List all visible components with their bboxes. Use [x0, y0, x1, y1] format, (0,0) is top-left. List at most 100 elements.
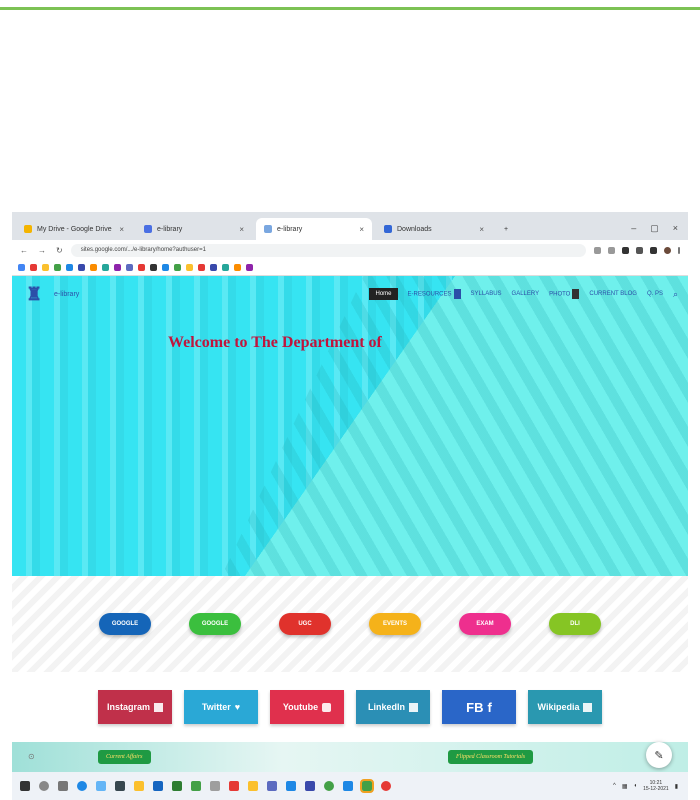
- volume-icon[interactable]: ◖: [633, 783, 637, 789]
- menu-item-e-resources[interactable]: E-RESOURCES: [408, 289, 461, 299]
- bookmark-icon[interactable]: [30, 264, 37, 271]
- app-icon[interactable]: [229, 781, 239, 791]
- store-icon[interactable]: [96, 781, 106, 791]
- back-icon[interactable]: ←: [20, 246, 28, 255]
- more-icon[interactable]: [678, 246, 680, 254]
- bookmark-icon[interactable]: [90, 264, 97, 271]
- close-icon[interactable]: ×: [359, 225, 364, 234]
- tab-label: e-library: [157, 225, 183, 233]
- close-icon[interactable]: ×: [119, 225, 124, 234]
- notification-icon[interactable]: ▮: [675, 783, 678, 790]
- nav-buttons: ← → ↻: [12, 246, 71, 255]
- menu-item-gallery[interactable]: GALLERY: [512, 291, 540, 297]
- menu-item-qps[interactable]: Q. PS: [647, 291, 663, 297]
- facebook-button[interactable]: FB f: [442, 690, 516, 724]
- url-field[interactable]: sites.google.com/.../e-library/home?auth…: [70, 243, 586, 257]
- twitter-button[interactable]: Twitter ♥: [184, 690, 258, 724]
- info-icon[interactable]: ⊙: [28, 752, 35, 761]
- wikipedia-button[interactable]: Wikipedia: [528, 690, 602, 724]
- bookmark-icon[interactable]: [210, 264, 217, 271]
- chrome-icon[interactable]: [381, 781, 391, 791]
- search-icon[interactable]: [39, 781, 49, 791]
- browser-tab-active[interactable]: e-library ×: [256, 218, 372, 240]
- app-icon[interactable]: [343, 781, 353, 791]
- edge-icon[interactable]: [77, 781, 87, 791]
- bookmark-icon[interactable]: [246, 264, 253, 271]
- app-icon[interactable]: [248, 781, 258, 791]
- close-window-icon[interactable]: ×: [673, 223, 678, 234]
- youtube-button[interactable]: Youtube: [270, 690, 344, 724]
- menu-item-current-blog[interactable]: CURRENT BLOG: [589, 291, 637, 297]
- clock[interactable]: 10:21 15-12-2021: [643, 780, 669, 792]
- app-icon[interactable]: [210, 781, 220, 791]
- avatar[interactable]: [664, 246, 671, 254]
- bookmark-icon[interactable]: [186, 264, 193, 271]
- app-icon[interactable]: [115, 781, 125, 791]
- browser-tab[interactable]: Downloads ×: [376, 218, 492, 240]
- task-view-icon[interactable]: [58, 781, 68, 791]
- menu-item-syllabus[interactable]: SYLLABUS: [471, 291, 502, 297]
- quick-link-button[interactable]: EXAM: [459, 613, 511, 635]
- star-icon[interactable]: [608, 246, 615, 254]
- bookmark-icon[interactable]: [54, 264, 61, 271]
- quick-link-button[interactable]: GOOGLE: [99, 613, 151, 635]
- address-bar: ← → ↻ sites.google.com/.../e-library/hom…: [12, 240, 688, 260]
- app-icon[interactable]: [267, 781, 277, 791]
- network-icon[interactable]: ▦: [622, 783, 628, 790]
- site-logo[interactable]: ♜ e-library: [26, 284, 79, 304]
- browser-tab[interactable]: My Drive - Google Drive ×: [16, 218, 132, 240]
- edit-icon[interactable]: ✎: [646, 742, 672, 768]
- bookmark-icon[interactable]: [42, 264, 49, 271]
- bookmark-icon[interactable]: [162, 264, 169, 271]
- minimize-icon[interactable]: –: [631, 223, 636, 234]
- flipped-classroom-banner[interactable]: Flipped Classroom Tutorials: [448, 750, 534, 764]
- bookmark-icon[interactable]: [174, 264, 181, 271]
- bookmark-icon[interactable]: [126, 264, 133, 271]
- new-tab-button[interactable]: +: [496, 218, 516, 240]
- apps-icon[interactable]: [18, 264, 25, 271]
- quick-link-button[interactable]: UGC: [279, 613, 331, 635]
- menu-home[interactable]: Home: [369, 288, 398, 300]
- quick-link-button[interactable]: EVENTS: [369, 613, 421, 635]
- search-icon[interactable]: ⌕: [673, 289, 678, 300]
- maximize-icon[interactable]: ▢: [650, 223, 659, 234]
- active-app-icon[interactable]: [360, 779, 374, 793]
- app-icon[interactable]: [153, 781, 163, 791]
- current-affairs-banner[interactable]: Current Affairs: [98, 750, 151, 764]
- close-icon[interactable]: ×: [239, 225, 244, 234]
- bookmark-icon[interactable]: [78, 264, 85, 271]
- feature-band: ⊙ Current Affairs Flipped Classroom Tuto…: [12, 742, 688, 772]
- bookmark-icon[interactable]: [234, 264, 241, 271]
- extension-icon[interactable]: [650, 246, 657, 254]
- folder-icon[interactable]: [134, 781, 144, 791]
- extension-icon[interactable]: [636, 246, 643, 254]
- quick-link-button[interactable]: GOOGLE: [189, 613, 241, 635]
- app-icon[interactable]: [191, 781, 201, 791]
- app-icon[interactable]: [324, 781, 334, 791]
- excel-icon[interactable]: [172, 781, 182, 791]
- app-icon[interactable]: [305, 781, 315, 791]
- bookmark-icon[interactable]: [66, 264, 73, 271]
- close-icon[interactable]: ×: [479, 225, 484, 234]
- bookmark-icon[interactable]: [138, 264, 145, 271]
- zoom-icon[interactable]: [594, 246, 601, 254]
- tray-arrow-icon[interactable]: ^: [613, 783, 616, 789]
- instagram-button[interactable]: Instagram: [98, 690, 172, 724]
- extension-icon[interactable]: [622, 246, 629, 254]
- bookmark-icon[interactable]: [150, 264, 157, 271]
- quick-link-button[interactable]: DLI: [549, 613, 601, 635]
- linkedin-button[interactable]: LinkedIn: [356, 690, 430, 724]
- dropdown-icon: [453, 289, 461, 299]
- menu-item-photo[interactable]: PHOTO: [549, 289, 580, 299]
- reload-icon[interactable]: ↻: [56, 246, 63, 255]
- site-menu: Home E-RESOURCES SYLLABUS GALLERY PHOTO …: [369, 288, 678, 300]
- wikipedia-icon: [583, 702, 593, 712]
- start-icon[interactable]: [20, 781, 30, 791]
- app-icon[interactable]: [286, 781, 296, 791]
- browser-tab[interactable]: e-library ×: [136, 218, 252, 240]
- bookmark-icon[interactable]: [114, 264, 121, 271]
- forward-icon[interactable]: →: [38, 246, 46, 255]
- bookmark-icon[interactable]: [102, 264, 109, 271]
- bookmark-icon[interactable]: [222, 264, 229, 271]
- bookmark-icon[interactable]: [198, 264, 205, 271]
